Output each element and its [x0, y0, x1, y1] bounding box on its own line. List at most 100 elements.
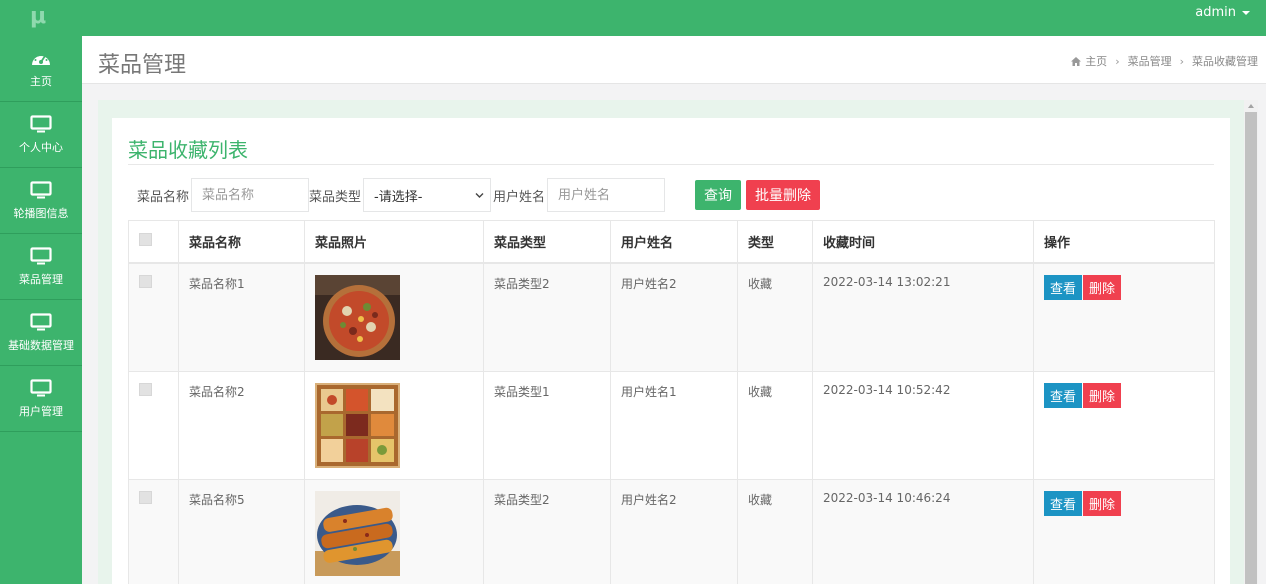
actions-cell: 查看 删除	[1033, 370, 1215, 480]
favorites-table: 菜品名称 菜品照片 菜品类型 用户姓名 类型 收藏时间 操作 菜品名称1 菜品类…	[128, 220, 1215, 584]
user-name-input[interactable]	[547, 178, 666, 212]
kind-cell: 收藏	[737, 262, 813, 372]
row-select-cell	[128, 478, 179, 584]
column-header: 用户姓名	[610, 220, 738, 264]
view-button[interactable]: 查看	[1044, 274, 1083, 300]
dish-type-cell: 菜品类型1	[483, 370, 611, 480]
dish-type-cell: 菜品类型2	[483, 478, 611, 584]
row-checkbox[interactable]	[139, 274, 152, 288]
sidebar-item-label: 个人中心	[19, 140, 63, 154]
user-menu[interactable]: admin	[1195, 5, 1250, 20]
row-checkbox[interactable]	[139, 490, 152, 504]
collect-time-cell: 2022-03-14 13:02:21	[812, 262, 1034, 372]
fried-rolls-photo[interactable]	[315, 490, 400, 576]
sidebar-item-dish-management[interactable]: 菜品管理	[0, 234, 82, 300]
sidebar-item-label: 菜品管理	[19, 272, 63, 286]
collect-time-cell: 2022-03-14 10:46:24	[812, 478, 1034, 584]
actions-cell: 查看 删除	[1033, 262, 1215, 372]
user-name: admin	[1195, 5, 1236, 20]
dish-photo-cell	[304, 478, 484, 584]
dish-name-cell: 菜品名称1	[178, 262, 305, 372]
delete-button[interactable]: 删除	[1083, 274, 1122, 300]
dish-photo-cell	[304, 370, 484, 480]
breadcrumb-separator: ›	[1179, 55, 1184, 68]
bento-photo[interactable]	[315, 382, 400, 468]
vertical-scrollbar[interactable]	[1244, 100, 1258, 584]
row-select-cell	[128, 262, 179, 372]
user-name-cell: 用户姓名2	[610, 262, 738, 372]
monitor-icon	[30, 114, 52, 132]
delete-button[interactable]: 删除	[1083, 382, 1122, 408]
monitor-icon	[30, 180, 52, 198]
column-header: 类型	[737, 220, 813, 264]
panel-title: 菜品收藏列表	[128, 138, 248, 162]
search-bar: 菜品名称 菜品类型 -请选择- 用户姓名 查询 批量删除	[137, 178, 821, 212]
sidebar-item-label: 用户管理	[19, 404, 63, 418]
dish-type-select[interactable]: -请选择-	[363, 178, 492, 212]
sidebar-item-basic-data[interactable]: 基础数据管理	[0, 300, 82, 366]
breadcrumb-dish-management[interactable]: 菜品管理	[1128, 55, 1172, 68]
sidebar-item-user-management[interactable]: 用户管理	[0, 366, 82, 432]
view-button[interactable]: 查看	[1044, 490, 1083, 516]
actions-cell: 查看 删除	[1033, 478, 1215, 584]
breadcrumb-separator: ›	[1115, 55, 1120, 68]
chevron-down-icon	[475, 193, 484, 198]
sidebar-item-label: 主页	[30, 74, 52, 88]
column-header: 菜品类型	[483, 220, 611, 264]
kind-cell: 收藏	[737, 478, 813, 584]
table-header-row: 菜品名称 菜品照片 菜品类型 用户姓名 类型 收藏时间 操作	[128, 220, 1215, 264]
list-panel: 菜品收藏列表 菜品名称 菜品类型 -请选择- 用户姓名 查询 批量删除 菜品名称…	[112, 118, 1230, 584]
dish-type-label: 菜品类型	[309, 189, 362, 205]
delete-button[interactable]: 删除	[1083, 490, 1122, 516]
select-all-checkbox[interactable]	[139, 232, 152, 246]
dish-type-selected: -请选择-	[374, 189, 423, 205]
monitor-icon	[30, 246, 52, 264]
breadcrumb: 主页 › 菜品管理 › 菜品收藏管理	[1071, 53, 1258, 69]
top-bar: μ admin	[0, 0, 1266, 36]
sidebar-item-label: 基础数据管理	[8, 338, 74, 352]
table-row: 菜品名称2 菜品类型1 用户姓名1 收藏 2022-03-14 10:52:42…	[128, 370, 1215, 480]
user-name-label: 用户姓名	[493, 189, 546, 205]
monitor-icon	[30, 378, 52, 396]
page-title: 菜品管理	[98, 53, 187, 78]
sidebar-item-home[interactable]: 主页	[0, 36, 82, 102]
query-button[interactable]: 查询	[695, 180, 742, 210]
batch-delete-button[interactable]: 批量删除	[746, 180, 821, 210]
dish-name-cell: 菜品名称5	[178, 478, 305, 584]
dish-name-label: 菜品名称	[137, 189, 190, 205]
pizza-photo[interactable]	[315, 274, 400, 360]
view-button[interactable]: 查看	[1044, 382, 1083, 408]
table-row: 菜品名称1 菜品类型2 用户姓名2 收藏 2022-03-14 13:02:21…	[128, 262, 1215, 372]
row-checkbox[interactable]	[139, 382, 152, 396]
dish-name-cell: 菜品名称2	[178, 370, 305, 480]
dish-photo-cell	[304, 262, 484, 372]
collect-time-cell: 2022-03-14 10:52:42	[812, 370, 1034, 480]
dish-name-input[interactable]	[191, 178, 310, 212]
sidebar-item-label: 轮播图信息	[13, 206, 69, 220]
dish-type-cell: 菜品类型2	[483, 262, 611, 372]
sidebar-item-personal-center[interactable]: 个人中心	[0, 102, 82, 168]
column-header: 收藏时间	[812, 220, 1034, 264]
app-logo: μ	[30, 4, 47, 29]
monitor-icon	[30, 312, 52, 330]
user-name-cell: 用户姓名2	[610, 478, 738, 584]
home-icon	[1071, 57, 1082, 66]
kind-cell: 收藏	[737, 370, 813, 480]
dashboard-icon	[32, 54, 50, 65]
scroll-up-icon[interactable]	[1248, 104, 1254, 108]
select-all-cell	[128, 220, 179, 264]
content-header: 菜品管理 主页 › 菜品管理 › 菜品收藏管理	[82, 36, 1266, 84]
caret-down-icon	[1242, 10, 1250, 15]
breadcrumb-home[interactable]: 主页	[1085, 55, 1107, 68]
column-header: 菜品名称	[178, 220, 305, 264]
scrollbar-thumb[interactable]	[1245, 112, 1257, 584]
divider	[128, 164, 1214, 165]
sidebar-item-carousel[interactable]: 轮播图信息	[0, 168, 82, 234]
column-header: 菜品照片	[304, 220, 484, 264]
table-row: 菜品名称5 菜品类型2 用户姓名2 收藏 2022-03-14 10:46:24…	[128, 478, 1215, 584]
user-name-cell: 用户姓名1	[610, 370, 738, 480]
breadcrumb-current: 菜品收藏管理	[1192, 55, 1258, 68]
row-select-cell	[128, 370, 179, 480]
sidebar: 主页 个人中心 轮播图信息 菜品管理 基础数据管理 用户管理	[0, 36, 82, 584]
column-header: 操作	[1033, 220, 1215, 264]
